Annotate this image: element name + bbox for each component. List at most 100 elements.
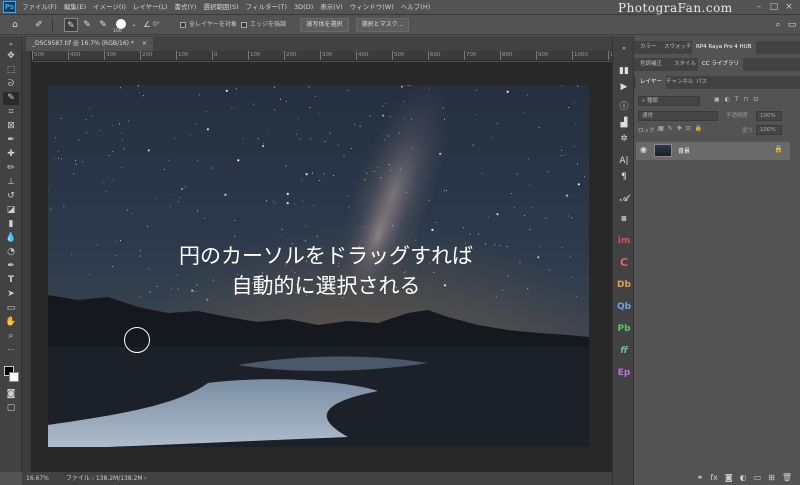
histogram-icon[interactable]: ▟ <box>616 116 632 130</box>
menu-item[interactable]: 3D(D) <box>294 0 313 15</box>
search-icon[interactable]: ⌕ <box>772 18 784 32</box>
history-brush-tool-icon[interactable]: ↺ <box>3 190 19 203</box>
photoshop-logo-icon[interactable]: Ps <box>3 1 16 13</box>
paragraph-icon[interactable]: ¶ <box>616 170 632 184</box>
minimize-button[interactable]: – <box>752 0 766 14</box>
fx-icon[interactable]: fx <box>710 471 718 485</box>
visibility-eye-icon[interactable]: ◉ <box>640 145 647 154</box>
enhance-edge-checkbox[interactable] <box>241 22 247 28</box>
workspace-icon[interactable]: ▭ <box>786 18 798 32</box>
plugin-qb-icon[interactable]: Qb <box>616 300 632 314</box>
hand-tool-icon[interactable]: ✋ <box>3 316 19 329</box>
clone-stamp-tool-icon[interactable]: ⊥ <box>3 176 19 189</box>
move-tool-icon[interactable]: ✥ <box>3 50 19 63</box>
lock-icons[interactable]: ▦✎✥⊡🔒 <box>658 125 706 132</box>
frame-tool-icon[interactable]: ⊠ <box>3 120 19 133</box>
menu-item[interactable]: 選択範囲(S) <box>203 0 238 15</box>
collapse-panels-icon[interactable]: « <box>616 42 632 56</box>
select-subject-button[interactable]: 被写体を選択 <box>300 18 349 32</box>
fill-input[interactable]: 100% <box>756 125 782 135</box>
tab-adjustments[interactable]: 色調補正 <box>636 58 666 71</box>
sample-all-layers-checkbox[interactable] <box>180 22 186 28</box>
opacity-input[interactable]: 100% <box>756 111 782 121</box>
menu-item[interactable]: 書式(Y) <box>174 0 196 15</box>
blend-mode-select[interactable]: 通常 <box>638 111 718 121</box>
menu-item[interactable]: ウィンドウ(W) <box>350 0 394 15</box>
plugin-db-icon[interactable]: Db <box>616 278 632 292</box>
select-and-mask-button[interactable]: 選択とマスク... <box>356 18 409 32</box>
plugin-ep-icon[interactable]: Ep <box>616 366 632 380</box>
quick-mask-icon[interactable]: ◙ <box>3 388 19 401</box>
home-icon[interactable]: ⌂ <box>8 18 22 32</box>
plugin-im-icon[interactable]: im <box>616 234 632 248</box>
glyphs-icon[interactable]: 𝓐 <box>616 192 632 206</box>
subtract-selection-icon[interactable]: ✎ <box>96 18 110 32</box>
menu-item[interactable]: ヘルプ(H) <box>401 0 430 15</box>
layer-row-background[interactable]: ◉ 背景 🔒 <box>636 142 790 160</box>
add-to-selection-icon[interactable]: ✎ <box>80 18 94 32</box>
star <box>170 206 172 208</box>
group-icon[interactable]: ▭ <box>754 471 762 485</box>
filter-icons[interactable]: ▣◐T⊓⊡ <box>714 96 763 103</box>
plugin-c-icon[interactable]: C <box>616 256 632 270</box>
tool-preset-icon[interactable]: ✐ <box>32 18 46 32</box>
maximize-button[interactable]: □ <box>767 0 781 14</box>
document-tab[interactable]: _DSC9587.tif @ 16.7% (RGB/16) * × <box>26 37 153 51</box>
link-layers-icon[interactable]: ⚭ <box>697 471 704 485</box>
adjustment-layer-icon[interactable]: ◐ <box>740 471 747 485</box>
tab-raya-pro[interactable]: RP4 Raya Pro 4 HUB <box>692 41 756 54</box>
star <box>359 125 361 127</box>
gradient-tool-icon[interactable]: ▮ <box>3 218 19 231</box>
background-color-swatch[interactable] <box>9 372 19 382</box>
screen-mode-icon[interactable]: ▢ <box>3 402 19 415</box>
collapse-icon[interactable]: » <box>3 38 19 48</box>
brush-preview-icon[interactable] <box>116 19 126 29</box>
new-selection-icon[interactable]: ✎ <box>64 18 78 32</box>
star <box>297 118 299 120</box>
brush-tool-icon[interactable]: ✏ <box>3 162 19 175</box>
menu-item[interactable]: ファイル(F) <box>22 0 57 15</box>
info-icon[interactable]: ⓘ <box>616 100 632 114</box>
tab-paths[interactable]: パス <box>692 76 711 89</box>
eyedropper-tool-icon[interactable]: ✒ <box>3 134 19 147</box>
tab-color[interactable]: カラー <box>636 41 661 54</box>
angle-value[interactable]: 0° <box>153 18 160 32</box>
star <box>366 172 368 174</box>
plugin-pb-icon[interactable]: Pb <box>616 322 632 336</box>
zoom-level[interactable]: 16.67% <box>26 472 49 485</box>
new-layer-icon[interactable]: ⊞ <box>768 471 775 485</box>
star <box>127 120 129 122</box>
layer-kind-filter[interactable]: ⌕ 種類 <box>638 96 700 106</box>
lasso-tool-icon[interactable]: ᘐ <box>3 78 19 91</box>
close-window-button[interactable]: × <box>782 0 796 14</box>
star <box>311 172 313 174</box>
tab-cc-libraries[interactable]: CC ライブラリ <box>698 58 743 71</box>
menu-item[interactable]: レイヤー(L) <box>133 0 168 15</box>
watermark: PhotograFan.com <box>618 1 733 15</box>
eraser-tool-icon[interactable]: ◪ <box>3 204 19 217</box>
delete-layer-icon[interactable]: 🗑 <box>782 471 792 485</box>
rectangle-tool-icon[interactable]: ▭ <box>3 302 19 315</box>
crop-tool-icon[interactable]: ⌗ <box>3 106 19 119</box>
history-icon[interactable]: ▮▮ <box>616 64 632 78</box>
quick-selection-tool-icon[interactable]: ✎ <box>3 92 19 105</box>
zoom-tool-icon[interactable]: ⌕ <box>3 330 19 343</box>
marquee-tool-icon[interactable]: ⬚ <box>3 64 19 77</box>
plugin-ff-icon[interactable]: ff <box>616 344 632 358</box>
tab-swatches[interactable]: スウォッチ <box>660 41 696 54</box>
plugin-qr-icon[interactable]: ▩ <box>616 212 632 226</box>
character-icon[interactable]: A| <box>616 154 632 168</box>
status-arrow-icon[interactable]: › <box>144 472 146 485</box>
navigator-icon[interactable]: ✲ <box>616 132 632 146</box>
menu-item[interactable]: 表示(V) <box>320 0 343 15</box>
healing-brush-tool-icon[interactable]: ✚ <box>3 148 19 161</box>
menu-item[interactable]: フィルター(T) <box>246 0 287 15</box>
menu-item[interactable]: イメージ(I) <box>93 0 126 15</box>
more-tools-icon[interactable]: ··· <box>3 344 19 357</box>
menu-item[interactable]: 編集(E) <box>64 0 86 15</box>
tab-styles[interactable]: スタイル <box>670 58 700 71</box>
brush-dropdown-icon[interactable]: ⌄ <box>130 18 138 32</box>
close-tab-icon[interactable]: × <box>142 40 147 47</box>
play-actions-icon[interactable]: ▶ <box>616 80 632 94</box>
add-mask-icon[interactable]: ◙ <box>725 471 733 485</box>
